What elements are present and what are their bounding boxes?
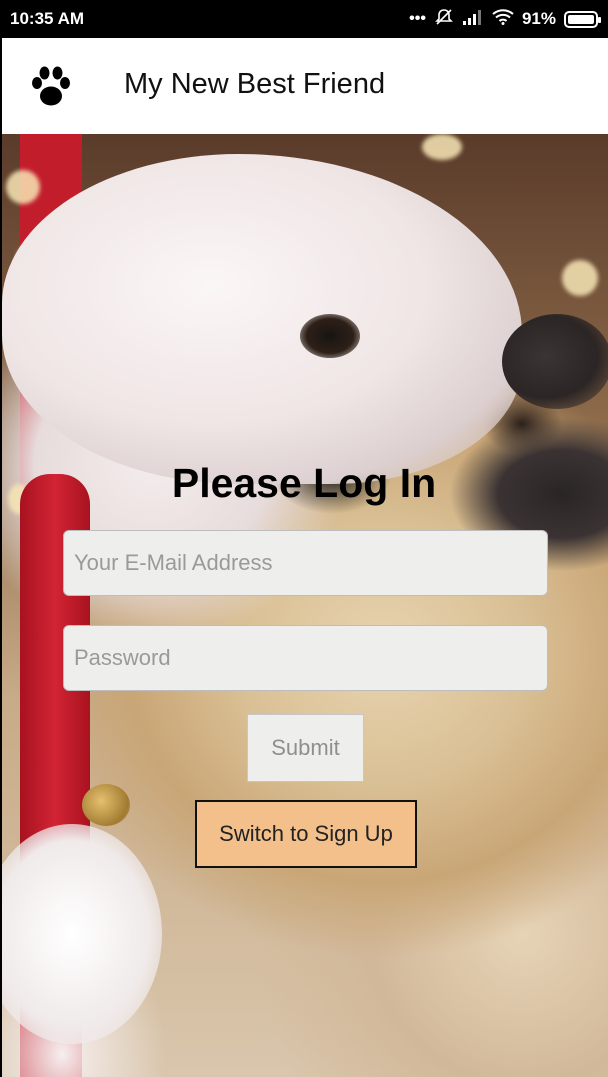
login-heading: Please Log In bbox=[171, 460, 437, 506]
password-input[interactable] bbox=[72, 644, 539, 672]
status-icons: ••• 91% bbox=[409, 8, 601, 30]
signal-icon bbox=[462, 9, 484, 29]
more-dots-icon: ••• bbox=[409, 10, 426, 27]
paw-icon bbox=[32, 66, 70, 106]
notifications-muted-icon bbox=[434, 8, 454, 30]
app-title: My New Best Friend bbox=[124, 68, 386, 100]
wifi-icon bbox=[492, 9, 514, 29]
switch-to-sign-up-button[interactable]: Switch to Sign Up bbox=[195, 800, 417, 868]
battery-percent: 91% bbox=[521, 9, 556, 28]
background-photo bbox=[2, 134, 608, 1077]
app-bar: My New Best Friend bbox=[2, 38, 608, 134]
password-field[interactable] bbox=[63, 625, 548, 691]
submit-button[interactable]: Submit bbox=[247, 714, 364, 782]
status-time: 10:35 AM bbox=[10, 9, 85, 28]
status-bar: 10:35 AM ••• 91% bbox=[0, 0, 608, 38]
battery-icon bbox=[564, 10, 601, 28]
email-field[interactable] bbox=[63, 530, 548, 596]
email-input[interactable] bbox=[72, 549, 539, 577]
